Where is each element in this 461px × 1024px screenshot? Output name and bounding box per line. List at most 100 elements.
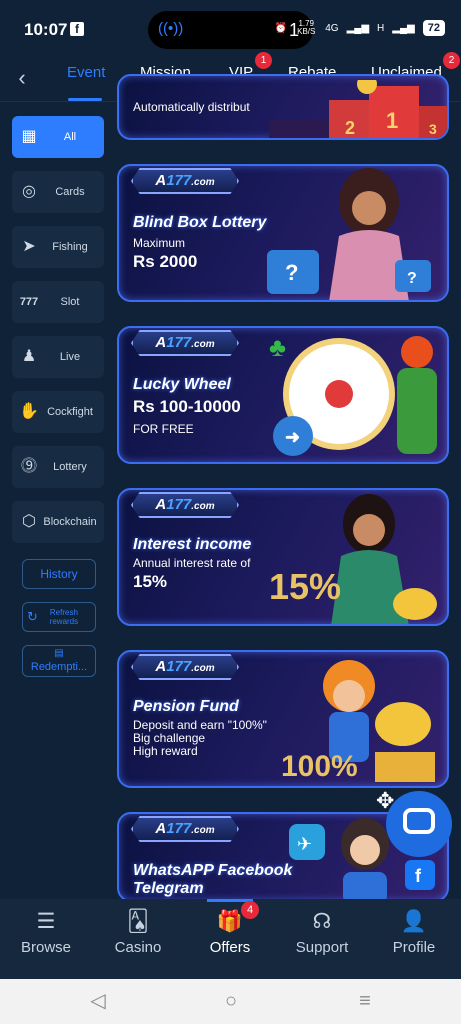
banner-text: Automatically distribut — [133, 100, 250, 114]
podium-art: 2 1 3 — [269, 80, 447, 138]
svg-text:1: 1 — [386, 108, 398, 133]
banner-interest-income[interactable]: A177.com Interest income Annual interest… — [117, 488, 449, 626]
lottery-ball-icon: ⓽ — [20, 458, 37, 475]
system-navigation-bar: ◁ ○ ≡ — [0, 979, 461, 1024]
broadcast-icon: ((•)) — [158, 20, 184, 37]
rate-art-text: 15% — [269, 566, 342, 607]
nav-profile[interactable]: 👤 Profile — [374, 909, 454, 956]
live-chat-button[interactable] — [386, 791, 452, 857]
sidebar-item-label: Blockchain — [43, 516, 97, 528]
net-speed: 1.79 KB/S — [297, 19, 316, 36]
person-icon: 👤 — [400, 910, 428, 933]
signal-4g-label: 4G — [325, 22, 339, 34]
sidebar-item-label: All — [63, 131, 77, 143]
slot-777-icon: 777 — [19, 296, 39, 308]
nav-label: Offers — [209, 939, 251, 956]
svg-text:2: 2 — [345, 118, 355, 138]
brand-logo: A177.com — [131, 816, 239, 842]
active-tab-indicator — [68, 98, 102, 101]
category-sidebar: ▦ All ◎ Cards ➤ Fishing 777 Slot ♟ Live … — [0, 102, 112, 899]
banner-pension-fund[interactable]: A177.com Pension Fund Deposit and earn "… — [117, 650, 449, 788]
svg-text:3: 3 — [429, 121, 437, 137]
svg-text:?: ? — [407, 270, 417, 287]
brand-logo: A177.com — [131, 492, 239, 518]
chat-bubble-icon — [403, 808, 435, 834]
refresh-icon: ↻ — [27, 609, 38, 624]
nav-browse[interactable]: ☰ Browse — [6, 909, 86, 956]
brand-logo: A177.com — [131, 168, 239, 194]
banner-amount: Rs 2000 — [133, 252, 198, 271]
sidebar-item-label: Live — [59, 351, 81, 363]
svg-text:♣: ♣ — [269, 332, 286, 362]
banner-title-2: Telegram — [133, 880, 204, 897]
banner-title: Blind Box Lottery — [133, 214, 267, 231]
status-icons: ⏰ 1.79 KB/S 4G ▂▄▆ H ▂▄▆ 72 — [275, 20, 445, 36]
sidebar-item-label: Cards — [55, 186, 85, 198]
sidebar-item-label: Lottery — [53, 461, 87, 473]
tab-event[interactable]: Event — [67, 64, 105, 81]
status-time: 10:07 — [24, 20, 68, 39]
brand-logo: A177.com — [131, 330, 239, 356]
banner-subtitle: FOR FREE — [133, 422, 194, 436]
system-home-icon[interactable]: ○ — [219, 989, 243, 1013]
grid-icon: ▦ — [21, 128, 37, 145]
banner-title: Pension Fund — [133, 698, 239, 715]
dancer-art: ? ? — [267, 168, 431, 300]
system-recents-icon[interactable]: ≡ — [353, 989, 377, 1013]
banner-title: Interest income — [133, 536, 252, 553]
unclaimed-badge: 2 — [443, 52, 460, 69]
banner-line-2: Big challenge — [133, 731, 206, 745]
sidebar-item-label: Cockfight — [47, 406, 93, 418]
status-bar: 10:07 f ((•)) 1 ⏰ 1.79 KB/S 4G ▂▄▆ H ▂▄▆… — [0, 0, 461, 60]
sidebar-item-fishing[interactable]: ➤ Fishing — [12, 226, 104, 268]
sidebar-item-slot[interactable]: 777 Slot — [12, 281, 104, 323]
banner-amount: Rs 100-10000 — [133, 397, 241, 416]
blockchain-icon: ⬡ — [22, 513, 36, 530]
banner-title: Lucky Wheel — [133, 376, 231, 393]
sidebar-item-cockfight[interactable]: ✋ Cockfight — [12, 391, 104, 433]
banner-line-3: High reward — [133, 744, 198, 758]
nav-label: Casino — [114, 939, 162, 956]
banner-blind-box-lottery[interactable]: A177.com Blind Box Lottery Maximum Rs 20… — [117, 164, 449, 302]
sidebar-item-label: Slot — [60, 296, 80, 308]
banner-title-1: WhatsAPP Facebook — [133, 862, 293, 879]
cards-icon: 🂡 — [127, 910, 149, 933]
bottom-navigation: ☰ Browse 🂡 Casino 🎁 Offers ☊ Support 👤 P… — [0, 899, 461, 979]
sidebar-item-blockchain[interactable]: ⬡ Blockchain — [12, 501, 104, 543]
history-button[interactable]: History — [22, 559, 96, 589]
rooster-icon: ✋ — [19, 403, 39, 420]
facebook-notification-icon: f — [70, 22, 84, 36]
nav-label: Profile — [392, 939, 436, 956]
offers-badge: 4 — [241, 901, 259, 919]
sidebar-item-label: Fishing — [52, 241, 88, 253]
banner-subtitle: Maximum — [133, 236, 186, 250]
sidebar-item-all[interactable]: ▦ All — [12, 116, 104, 158]
system-back-icon[interactable]: ◁ — [86, 989, 110, 1013]
nav-label: Browse — [20, 939, 72, 956]
refresh-rewards-button[interactable]: ↻ Refresh rewards — [22, 602, 96, 632]
svg-text:f: f — [415, 866, 422, 886]
banner-auto-distribute[interactable]: Automatically distribut 2 1 3 — [117, 74, 449, 140]
nav-support[interactable]: ☊ Support — [282, 909, 362, 956]
headset-icon: ☊ — [312, 910, 332, 933]
nav-casino[interactable]: 🂡 Casino — [98, 909, 178, 956]
percent-art-text: 100% — [281, 750, 358, 783]
sidebar-item-lottery[interactable]: ⓽ Lottery — [12, 446, 104, 488]
svg-text:?: ? — [285, 260, 298, 285]
redemption-button[interactable]: ▤ Redempti... — [22, 645, 96, 677]
banner-subtitle: Annual interest rate of — [133, 556, 251, 570]
signal-bars-icon: ▂▄▆ — [346, 22, 370, 34]
fish-icon: ➤ — [22, 238, 36, 255]
banner-lucky-wheel[interactable]: A177.com Lucky Wheel Rs 100-10000 FOR FR… — [117, 326, 449, 464]
signal-bars-icon-2: ▂▄▆ — [392, 22, 415, 34]
sidebar-item-live[interactable]: ♟ Live — [12, 336, 104, 378]
svg-text:✈: ✈ — [297, 834, 312, 854]
svg-text:➜: ➜ — [285, 427, 300, 447]
battery-icon: 72 — [422, 20, 445, 36]
sidebar-item-cards[interactable]: ◎ Cards — [12, 171, 104, 213]
banner-line-1: Deposit and earn "100%" — [133, 718, 267, 732]
redemption-icon: ▤ — [54, 648, 64, 659]
nav-offers[interactable]: 🎁 Offers — [190, 909, 270, 956]
brand-logo: A177.com — [131, 654, 239, 680]
back-button[interactable]: ‹ — [10, 66, 34, 92]
